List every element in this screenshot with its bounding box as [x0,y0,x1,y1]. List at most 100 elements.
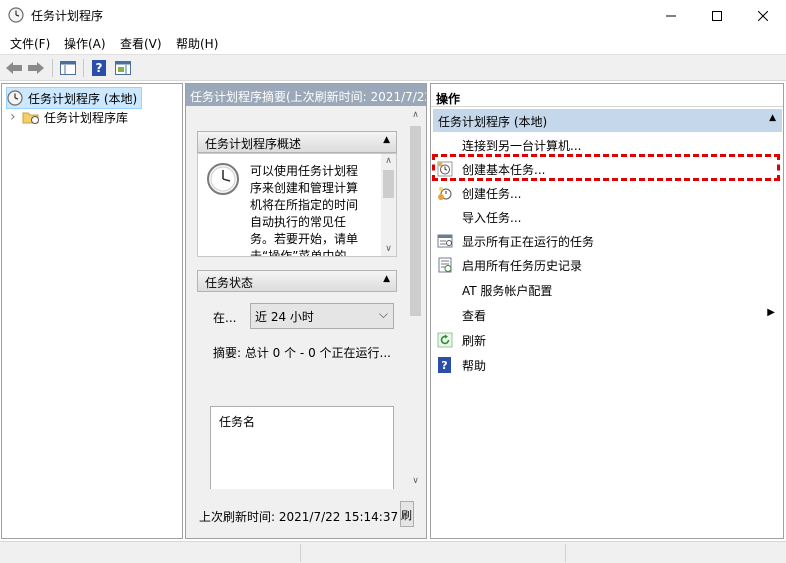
overview-section-header[interactable]: 任务计划程序概述 ▲ [197,131,397,153]
back-button[interactable] [4,58,24,78]
overview-text-line: 自动执行的常见任 [250,215,347,229]
refresh-icon [437,332,453,348]
scroll-down-icon[interactable]: ∨ [381,244,396,254]
summary-pane: 任务计划程序摘要(上次刷新时间: 2021/7/22 任务计划程序概述 ▲ 可以… [185,83,427,539]
help-icon: ? [438,357,451,373]
action-label: 创建任务... [462,187,522,201]
show-hide-console-tree-icon [60,61,76,75]
chevron-down-icon: ⌵ [378,307,388,321]
menu-view[interactable]: 查看(V) [120,35,162,52]
task-history-icon [438,257,452,273]
overview-text-line: 务。若要开始，请单 [250,232,359,246]
tree-item-task-scheduler-local[interactable]: 任务计划程序 (本地) [6,87,143,109]
maximize-button[interactable] [694,0,740,31]
actions-header: 操作 [431,84,783,107]
action-label: 连接到另一台计算机... [462,139,582,153]
overview-text-line: 可以使用任务计划程 [250,164,359,178]
show-hide-action-pane-icon [115,61,131,75]
overview-section-body: 可以使用任务计划程 序来创建和管理计算 机将在所指定的时间 自动执行的常见任 务… [197,153,397,257]
title-bar: 任务计划程序 [0,0,786,31]
menu-action[interactable]: 操作(A) [64,35,106,52]
tree-item-task-library[interactable]: › 任务计划程序库 [10,107,128,127]
period-value: 近 24 小时 [255,310,314,324]
window-title: 任务计划程序 [31,9,104,23]
action-label: 查看 [462,309,487,323]
summary-header: 任务计划程序摘要(上次刷新时间: 2021/7/22 [186,84,426,106]
tree-item-label: 任务计划程序 (本地) [28,91,138,106]
action-at-service-account[interactable]: AT 服务帐户配置 [431,278,781,302]
show-hide-action-pane-button[interactable] [113,58,133,78]
action-import-task[interactable]: 导入任务... [431,205,781,229]
overview-scrollbar[interactable]: ∧ ∨ [381,154,396,256]
running-tasks-icon [437,234,453,248]
action-enable-task-history[interactable]: 启用所有任务历史记录 [431,253,781,277]
action-refresh[interactable]: 刷新 [431,328,781,352]
overview-text-line: 击“操作”菜单中的 [250,249,347,257]
create-task-icon [438,187,452,200]
task-list[interactable]: 任务名 [210,406,394,496]
overview-text-line: 序来创建和管理计算 [250,181,359,195]
toolbar: ? [0,54,786,81]
action-label: 刷新 [462,334,487,348]
section-title: 任务状态 [205,276,254,290]
scroll-up-icon[interactable]: ∧ [381,156,396,166]
help-button[interactable]: ? [89,58,109,78]
back-arrow-icon [6,62,22,74]
collapse-icon[interactable]: ▲ [383,274,390,284]
action-label: 帮助 [462,359,487,373]
menu-bar: 文件(F) 操作(A) 查看(V) 帮助(H) [0,31,786,53]
folder-clock-icon [22,112,39,124]
column-header-task-name[interactable]: 任务名 [219,413,255,430]
actions-subheader-label: 任务计划程序 (本地) [438,115,548,129]
action-label: AT 服务帐户配置 [462,284,553,298]
status-divider [300,544,301,562]
summary-footer: 上次刷新时间: 2021/7/22 15:14:37 刷 [186,489,426,538]
tree-item-label: 任务计划程序库 [44,110,129,125]
scroll-thumb[interactable] [383,170,394,198]
collapse-icon[interactable]: ▲ [383,135,390,145]
period-label: 在... [213,311,237,325]
section-title: 任务计划程序概述 [205,137,302,151]
action-label: 导入任务... [462,211,522,225]
menu-file[interactable]: 文件(F) [10,35,50,52]
status-summary: 摘要: 总计 0 个 - 0 个正在运行... [213,346,391,360]
minimize-button[interactable] [648,0,694,31]
action-view[interactable]: 查看 ▶ [431,303,781,327]
action-display-running-tasks[interactable]: 显示所有正在运行的任务 [431,229,781,253]
task-status-section-header[interactable]: 任务状态 ▲ [197,270,397,292]
menu-help[interactable]: 帮助(H) [176,35,218,52]
forward-button[interactable] [26,58,46,78]
period-dropdown[interactable]: 近 24 小时 ⌵ [250,303,394,329]
task-scheduler-clock-icon [7,90,23,106]
show-hide-console-tree-button[interactable] [58,58,78,78]
toolbar-separator [52,59,53,77]
console-tree-pane: 任务计划程序 (本地) › 任务计划程序库 [1,83,183,539]
action-help[interactable]: ? 帮助 [431,353,781,377]
collapse-icon[interactable]: ▲ [769,113,776,123]
overview-text-line: 机将在所指定的时间 [250,198,359,212]
summary-scrollbar[interactable]: ∧ ∨ [408,108,423,488]
scroll-up-icon[interactable]: ∧ [408,110,423,120]
status-divider [565,544,566,562]
maximize-icon [712,10,722,21]
close-icon [758,10,768,21]
action-label: 显示所有正在运行的任务 [462,235,595,249]
submenu-arrow-icon: ▶ [767,307,775,318]
refresh-button[interactable]: 刷 [400,501,414,527]
toolbar-separator [83,59,84,77]
action-label: 启用所有任务历史记录 [462,259,583,273]
forward-arrow-icon [28,62,44,74]
highlight-box [432,154,780,181]
actions-subheader[interactable]: 任务计划程序 (本地) ▲ [433,109,782,132]
last-refresh-time: 上次刷新时间: 2021/7/22 15:14:37 [199,510,399,524]
expand-chevron-icon[interactable]: › [10,109,22,125]
task-status-section-body: 在... 近 24 小时 ⌵ 摘要: 总计 0 个 - 0 个正在运行... 任… [197,292,397,496]
actions-pane: 操作 任务计划程序 (本地) ▲ 连接到另一台计算机... 创建基本任务... … [430,83,784,539]
status-bar [0,541,786,563]
help-icon: ? [92,60,106,76]
scroll-down-icon[interactable]: ∨ [408,476,423,486]
scroll-thumb[interactable] [410,126,421,316]
close-button[interactable] [740,0,786,31]
task-scheduler-clock-icon [8,7,24,23]
action-create-task[interactable]: 创建任务... [431,181,781,205]
